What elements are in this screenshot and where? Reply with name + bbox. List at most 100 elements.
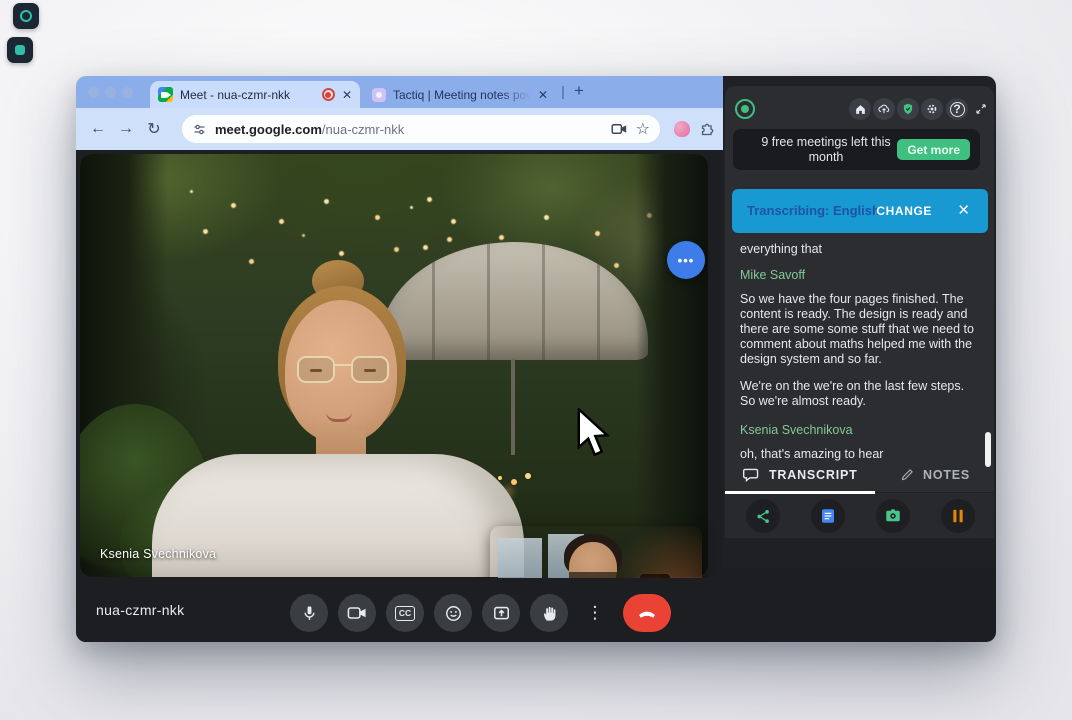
get-more-button[interactable]: Get more: [897, 139, 970, 160]
captions-button[interactable]: CC: [386, 594, 424, 632]
home-icon: [854, 103, 867, 116]
camera-button[interactable]: [338, 594, 376, 632]
forward-button[interactable]: →: [112, 115, 140, 143]
recorder-stop-icon: [15, 45, 25, 55]
participant-ksenia: [140, 254, 500, 577]
tactiq-action-bar: [725, 494, 994, 538]
tactiq-logo-icon: [735, 99, 755, 119]
chat-dots-icon: •••: [678, 253, 695, 268]
tab-capture-icon[interactable]: [611, 122, 628, 136]
speaker-name: Ksenia Svechnikova: [740, 423, 853, 437]
tactiq-favicon-icon: [372, 88, 386, 102]
new-tab-button[interactable]: +: [574, 81, 584, 101]
pencil-icon: [900, 467, 915, 482]
emoji-icon: [444, 604, 463, 623]
main-participant-name: Ksenia Svechnikova: [100, 547, 216, 561]
change-language-button[interactable]: CHANGE: [876, 204, 932, 218]
close-window-button[interactable]: [88, 87, 99, 98]
site-info-icon[interactable]: [192, 122, 207, 137]
hand-icon: [540, 604, 559, 623]
expand-arrows-icon: [974, 102, 988, 116]
reload-button[interactable]: ↻: [140, 115, 168, 143]
bookmark-star-icon[interactable]: ☆: [636, 119, 650, 139]
upload-button[interactable]: [873, 98, 895, 120]
tab-meet[interactable]: Meet - nua-czmr-nkk ✕: [150, 81, 360, 108]
export-docs-button[interactable]: [811, 499, 845, 533]
transcript-line: everything that: [740, 242, 978, 257]
collapse-panel-button[interactable]: [970, 98, 992, 120]
minimize-window-button[interactable]: [105, 87, 116, 98]
transcript-bubble-icon: [743, 467, 761, 483]
address-bar[interactable]: meet.google.com/nua-czmr-nkk ☆: [182, 115, 660, 143]
back-button[interactable]: ←: [84, 115, 112, 143]
help-button[interactable]: ?: [946, 98, 968, 120]
tab-title: Tactiq | Meeting notes powe: [393, 88, 531, 102]
browser-window: Meet - nua-czmr-nkk ✕ Tactiq | Meeting n…: [76, 76, 996, 642]
banner-close-icon[interactable]: ✕: [957, 201, 970, 219]
tab-transcript[interactable]: TRANSCRIPT: [743, 467, 858, 483]
google-docs-icon: [819, 507, 837, 525]
tactiq-panel: ? 9 free meetings left this month Get mo…: [725, 86, 994, 538]
transcribing-banner: Transcribing: English CHANGE ✕: [732, 189, 988, 233]
quota-card: 9 free meetings left this month Get more: [733, 129, 980, 170]
mouse-cursor: [576, 408, 614, 462]
cloud-upload-icon: [877, 102, 891, 116]
settings-button[interactable]: [921, 98, 943, 120]
transcript-paragraph: We're on the we're on the last few steps…: [740, 379, 978, 409]
tab-separator: [562, 86, 564, 99]
recorder-widget-top[interactable]: [13, 3, 39, 29]
shield-check-icon: [901, 102, 915, 116]
mic-icon: [300, 604, 319, 623]
share-icon: [755, 508, 772, 525]
tab-tactiq[interactable]: Tactiq | Meeting notes powe ✕: [364, 81, 556, 108]
close-tab-icon[interactable]: ✕: [538, 88, 548, 102]
mic-button[interactable]: [290, 594, 328, 632]
meet-favicon-icon: [158, 87, 173, 102]
transcribing-status: Transcribing: English: [747, 203, 880, 218]
more-options-button[interactable]: ⋮: [576, 594, 614, 632]
raise-hand-button[interactable]: [530, 594, 568, 632]
recorder-ring-icon: [20, 10, 32, 22]
maximize-window-button[interactable]: [122, 87, 133, 98]
screenshot-camera-icon: [884, 507, 902, 525]
url-path: /nua-czmr-nkk: [322, 122, 404, 137]
transcript-scrollbar[interactable]: [985, 432, 991, 467]
tab-title: Meet - nua-czmr-nkk: [180, 88, 315, 102]
recording-indicator-icon: [322, 88, 335, 101]
reactions-button[interactable]: [434, 594, 472, 632]
tactiq-sidebar: ? 9 free meetings left this month Get mo…: [723, 76, 996, 568]
share-button[interactable]: [746, 499, 780, 533]
meet-control-bar: nua-czmr-nkk CC: [76, 578, 723, 642]
captions-icon: CC: [395, 606, 415, 621]
speaker-name: Mike Savoff: [740, 268, 805, 282]
present-button[interactable]: [482, 594, 520, 632]
main-video-tile: Ksenia Svechnikova: [80, 154, 708, 577]
gear-icon: [925, 102, 939, 116]
close-tab-icon[interactable]: ✕: [342, 88, 352, 102]
string-lights: [190, 190, 193, 193]
url-text: meet.google.com/nua-czmr-nkk: [215, 122, 603, 137]
transcript-paragraph: So we have the four pages finished. The …: [740, 292, 978, 367]
camera-icon: [347, 605, 367, 621]
string-lights: [410, 206, 413, 209]
tab-notes[interactable]: NOTES: [900, 467, 970, 482]
recorder-widget-bottom[interactable]: [7, 37, 33, 63]
extension-pink-icon[interactable]: [674, 121, 690, 137]
pause-transcript-button[interactable]: [941, 499, 975, 533]
privacy-button[interactable]: [897, 98, 919, 120]
chat-bubble-button[interactable]: •••: [667, 241, 705, 279]
transcript-line: oh, that's amazing to hear: [740, 447, 978, 462]
more-icon: ⋮: [587, 603, 604, 623]
sidebar-footer: [723, 538, 996, 568]
screenshot-button[interactable]: [876, 499, 910, 533]
end-call-button[interactable]: [623, 594, 671, 632]
meeting-code: nua-czmr-nkk: [96, 602, 184, 618]
home-button[interactable]: [849, 98, 871, 120]
end-call-icon: [636, 602, 658, 624]
quota-text: 9 free meetings left this month: [751, 135, 901, 165]
door-frame-right: [636, 154, 708, 577]
extensions-puzzle-icon[interactable]: [699, 121, 716, 138]
help-icon: ?: [950, 102, 965, 117]
tactiq-tab-bar: TRANSCRIPT NOTES: [725, 463, 994, 493]
pause-icon: [951, 508, 965, 524]
